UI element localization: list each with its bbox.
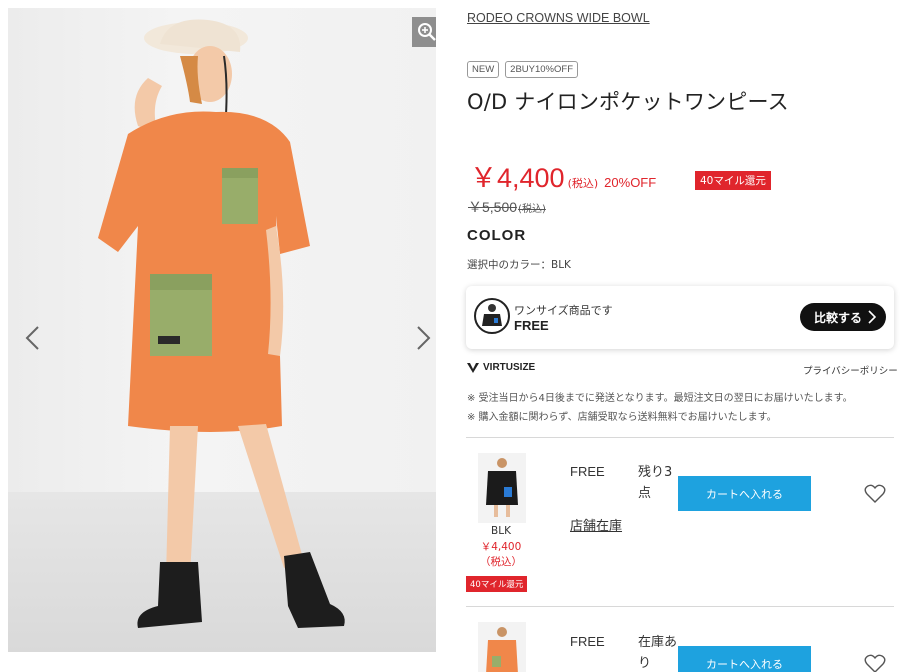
price-row: ￥4,400 (税込) 20%OFF bbox=[470, 156, 656, 195]
variant-photo-blk bbox=[486, 458, 518, 517]
favorite-button[interactable] bbox=[864, 484, 886, 504]
variant-thumbnail[interactable] bbox=[478, 453, 526, 523]
selected-color-label: 選択中のカラー：BLK bbox=[467, 259, 571, 271]
brand-link[interactable]: RODEO CROWNS WIDE BOWL bbox=[467, 11, 650, 25]
original-price-tax: (税込) bbox=[518, 204, 546, 215]
heart-icon bbox=[864, 654, 886, 672]
sale-price: ￥4,400 bbox=[470, 163, 565, 193]
stock-status: 在庫あり bbox=[638, 635, 678, 671]
variant-photo-orange bbox=[486, 627, 518, 672]
virtusize-logo: VIRTUSIZE bbox=[467, 362, 535, 373]
stock-status: 残り3点 bbox=[638, 465, 673, 501]
color-heading: COLOR bbox=[467, 227, 527, 244]
store-pickup-note: ※ 購入金額に関わらず、店舗受取なら送料無料でお届けいたします。 bbox=[467, 412, 777, 423]
virtusize-size: FREE bbox=[514, 318, 549, 333]
original-price-value: ￥5,500 bbox=[468, 199, 518, 215]
zoom-button[interactable] bbox=[412, 17, 436, 47]
product-badges: NEW 2BUY10%OFF bbox=[467, 61, 578, 78]
variant-miles-badge: 40マイル還元 bbox=[466, 576, 528, 592]
original-price: ￥5,500 (税込) bbox=[468, 197, 546, 217]
variant-size: FREE bbox=[570, 464, 605, 479]
chevron-right-icon bbox=[417, 326, 431, 350]
shipping-note: ※ 受注当日から4日後までに発送となります。最短注文日の翌日にお届けいたします。 bbox=[467, 393, 853, 404]
divider bbox=[466, 606, 894, 607]
product-model-photo bbox=[98, 19, 345, 628]
virtusize-v-icon bbox=[467, 362, 479, 373]
variant-price: ￥4,400 （税込） bbox=[471, 540, 531, 570]
heart-icon bbox=[864, 484, 886, 503]
add-to-cart-button[interactable]: カートへ入れる bbox=[678, 476, 811, 511]
gallery-next-button[interactable] bbox=[412, 322, 436, 354]
add-to-cart-button[interactable]: カートへ入れる bbox=[678, 646, 811, 672]
badge-new: NEW bbox=[467, 61, 500, 78]
product-title: O/D ナイロンポケットワンピース bbox=[467, 90, 789, 114]
store-stock-link[interactable]: 店舗在庫 bbox=[570, 515, 622, 534]
zoom-in-icon bbox=[418, 23, 436, 41]
miles-badge: 40マイル還元 bbox=[695, 171, 771, 190]
compare-button[interactable]: 比較する bbox=[800, 303, 886, 331]
favorite-button[interactable] bbox=[864, 654, 886, 672]
discount-rate: 20%OFF bbox=[604, 175, 657, 190]
divider bbox=[466, 437, 894, 438]
gallery-prev-button[interactable] bbox=[20, 322, 44, 354]
chevron-left-icon bbox=[25, 326, 39, 350]
virtusize-avatar bbox=[474, 298, 510, 334]
virtusize-logo-text: VIRTUSIZE bbox=[483, 362, 536, 373]
variant-price-value: ￥4,400 bbox=[480, 541, 522, 553]
variant-size: FREE bbox=[570, 634, 605, 649]
product-image-gallery[interactable] bbox=[8, 8, 436, 652]
variant-price-tax: （税込） bbox=[480, 556, 522, 568]
virtusize-widget: ワンサイズ商品です FREE 比較する bbox=[466, 286, 894, 349]
variant-color: BLK bbox=[491, 525, 511, 537]
virtusize-message: ワンサイズ商品です bbox=[514, 304, 613, 317]
garment-thumbnail-icon bbox=[482, 304, 502, 326]
privacy-policy-link[interactable]: プライバシーポリシー bbox=[803, 363, 898, 377]
compare-button-label: 比較する bbox=[814, 310, 863, 325]
chevron-right-icon bbox=[868, 310, 876, 324]
badge-campaign: 2BUY10%OFF bbox=[505, 61, 578, 78]
sale-price-tax: (税込) bbox=[567, 177, 599, 190]
variant-thumbnail[interactable] bbox=[478, 622, 526, 672]
